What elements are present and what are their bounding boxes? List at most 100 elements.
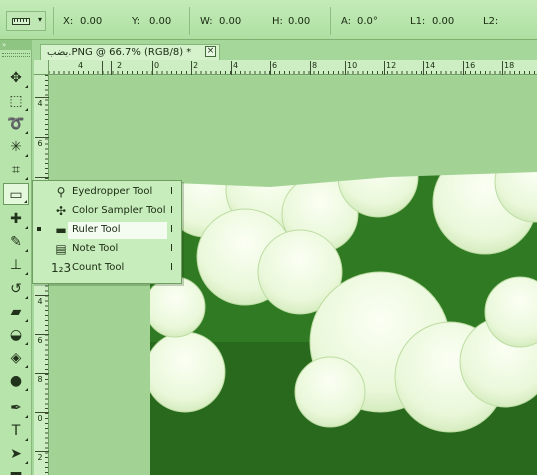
- shortcut-key: I: [170, 205, 173, 216]
- ruler-top-number: 4: [78, 61, 84, 70]
- note-icon: ▤: [55, 242, 67, 256]
- move-tool-button[interactable]: ✥: [3, 67, 29, 89]
- marquee-tool-button[interactable]: ⬚: [3, 90, 29, 112]
- healing-brush-tool-button[interactable]: ✚: [3, 208, 29, 230]
- w-value: 0.00: [219, 16, 242, 27]
- crop-icon: ⌗: [12, 162, 20, 178]
- flyout-item-label: Note Tool: [72, 243, 119, 254]
- ruler-major-tick: [345, 61, 346, 75]
- l1-label: L1:: [410, 16, 426, 27]
- flyout-indicator-icon: [25, 85, 28, 88]
- close-icon[interactable]: ×: [205, 46, 216, 57]
- crop-tool-button[interactable]: ⌗: [3, 159, 29, 181]
- dodge-icon: ●: [9, 373, 23, 389]
- clone-stamp-tool-button[interactable]: ⊥: [3, 254, 29, 276]
- document-image[interactable]: [150, 162, 537, 475]
- ruler-major-tick: [35, 295, 49, 296]
- ruler-major-tick: [102, 61, 103, 75]
- paint-bucket-icon: ◒: [9, 327, 23, 343]
- blur-tool-button[interactable]: ◈: [3, 347, 29, 369]
- ruler-tool-button[interactable]: ▭: [3, 183, 29, 205]
- flyout-item-ruler[interactable]: ▬ Ruler Tool I: [34, 221, 180, 240]
- path-selection-icon: ➤: [10, 446, 22, 462]
- x-value: 0.00: [80, 16, 103, 27]
- shortcut-key: I: [170, 243, 173, 254]
- ruler-left-number: 0: [37, 414, 43, 423]
- type-icon: T: [11, 423, 21, 439]
- tool-preset-picker[interactable]: ▾: [6, 11, 46, 31]
- eraser-icon: ▰: [10, 304, 22, 320]
- ruler-major-tick: [191, 61, 192, 75]
- ruler-major-tick: [35, 177, 49, 178]
- flyout-indicator-icon: [25, 461, 28, 464]
- ruler-left-number: 8: [37, 375, 43, 384]
- ruler-top-number: 12: [386, 61, 397, 70]
- h-label: H:: [272, 16, 283, 27]
- l1-value: 0.00: [432, 16, 455, 27]
- magic-wand-icon: ✳: [10, 139, 22, 155]
- ruler-top-number: 10: [347, 61, 358, 70]
- panel-drag-handle[interactable]: [2, 53, 30, 57]
- flyout-indicator-icon: [25, 226, 28, 229]
- ruler-major-tick: [35, 334, 49, 335]
- magic-wand-tool-button[interactable]: ✳: [3, 136, 29, 158]
- flyout-item-count[interactable]: 1₂3 Count Tool I: [34, 259, 180, 278]
- dodge-tool-button[interactable]: ●: [3, 370, 29, 392]
- document-tab[interactable]: بضب.PNG @ 66.7% (RGB/8) *: [40, 44, 220, 60]
- lasso-tool-button[interactable]: ➰: [3, 113, 29, 135]
- lasso-icon: ➰: [7, 116, 25, 132]
- flyout-indicator-icon: [25, 365, 28, 368]
- history-brush-tool-button[interactable]: ↺: [3, 278, 29, 300]
- tool-flyout-menu: ⚲ Eyedropper Tool I ✣ Color Sampler Tool I ▬ Ru…: [32, 180, 182, 284]
- brush-tool-button[interactable]: ✎: [3, 231, 29, 253]
- flyout-item-note[interactable]: ▤ Note Tool I: [34, 240, 180, 259]
- document-title: بضب.PNG @ 66.7% (RGB/8) *: [47, 47, 192, 58]
- flyout-indicator-icon: [25, 415, 28, 418]
- panel-collapse-grip[interactable]: »: [0, 40, 32, 50]
- pen-tool-button[interactable]: ✒: [3, 397, 29, 419]
- flyout-item-label: Eyedropper Tool: [72, 186, 153, 197]
- flyout-indicator-icon: [25, 388, 28, 391]
- flyout-indicator-icon: [25, 438, 28, 441]
- ruler-top-number: 2: [117, 61, 123, 70]
- ruler-top-number: 16: [465, 61, 476, 70]
- flyout-indicator-icon: [25, 177, 28, 180]
- ruler-major-tick: [384, 61, 385, 75]
- h-value: 0.00: [288, 16, 311, 27]
- chevron-down-icon: ▾: [38, 15, 43, 24]
- ruler-top-number: 8: [312, 61, 318, 70]
- ruler-major-tick: [231, 61, 232, 75]
- ruler-major-tick: [310, 61, 311, 75]
- eraser-tool-button[interactable]: ▰: [3, 301, 29, 323]
- ruler-icon: [12, 18, 30, 25]
- angle-label: A:: [341, 16, 352, 27]
- flyout-item-label: Ruler Tool: [72, 224, 121, 235]
- pen-icon: ✒: [10, 400, 22, 416]
- ruler-left-number: 4: [37, 99, 43, 108]
- ruler-icon: ▭: [9, 187, 23, 203]
- flyout-item-label: Color Sampler Tool: [72, 205, 166, 216]
- flyout-indicator-icon: [25, 319, 28, 322]
- marquee-icon: ⬚: [9, 93, 23, 109]
- paint-bucket-tool-button[interactable]: ◒: [3, 324, 29, 346]
- history-brush-icon: ↺: [10, 281, 22, 297]
- flyout-item-color-sampler[interactable]: ✣ Color Sampler Tool I: [34, 202, 180, 221]
- flyout-indicator-icon: [25, 108, 28, 111]
- flyout-indicator-icon: [25, 154, 28, 157]
- ruler-major-tick: [35, 412, 49, 413]
- y-value: 0.00: [149, 16, 172, 27]
- ruler-origin[interactable]: [34, 60, 49, 75]
- flyout-indicator-icon: [25, 296, 28, 299]
- ruler-major-tick: [423, 61, 424, 75]
- move-icon: ✥: [10, 70, 22, 86]
- shape-tool-button[interactable]: ■: [3, 466, 29, 475]
- horizontal-ruler[interactable]: [34, 60, 537, 75]
- color-sampler-icon: ✣: [55, 204, 67, 218]
- ruler-major-tick: [35, 451, 49, 452]
- ruler-major-tick: [502, 61, 503, 75]
- flyout-item-eyedropper[interactable]: ⚲ Eyedropper Tool I: [34, 183, 180, 202]
- type-tool-button[interactable]: T: [3, 420, 29, 442]
- y-label: Y:: [132, 16, 141, 27]
- path-selection-tool-button[interactable]: ➤: [3, 443, 29, 465]
- shortcut-key: I: [170, 186, 173, 197]
